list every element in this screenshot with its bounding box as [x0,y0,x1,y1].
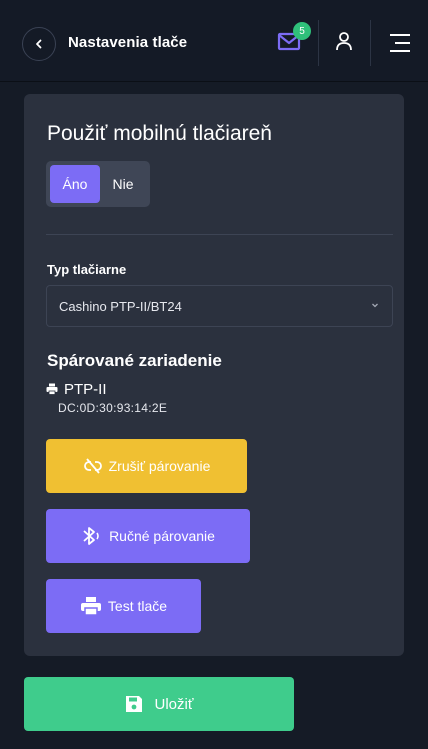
printer-type-label: Typ tlačiarne [47,262,127,277]
device-name: PTP-II [64,380,107,398]
toggle-yes[interactable]: Áno [50,165,100,203]
header-divider [318,20,319,66]
unpair-label: Zrušiť párovanie [108,458,211,474]
menu-icon [390,34,410,52]
chevron-down-icon [372,303,378,308]
user-icon [336,32,352,51]
header-divider [370,20,371,66]
toggle-no[interactable]: Nie [100,165,146,203]
unlink-icon [83,458,102,474]
printer-type-value: Cashino PTP-II/BT24 [59,299,182,314]
app-header: Nastavenia tlače 5 [0,0,428,82]
save-button[interactable]: Uložiť [24,677,294,731]
printer-settings-card: Použiť mobilnú tlačiareň Áno Nie Typ tla… [24,94,404,656]
test-print-button[interactable]: Test tlače [46,579,201,633]
page-title: Nastavenia tlače [68,34,188,51]
menu-button[interactable] [388,32,412,54]
mail-badge: 5 [293,22,311,40]
section-title: Použiť mobilnú tlačiareň [47,122,272,145]
divider [46,234,393,235]
device-mac: DC:0D:30:93:14:2E [58,401,168,415]
printer-icon [46,383,58,395]
manual-pair-button[interactable]: Ručné párovanie [46,509,250,563]
test-print-label: Test tlače [107,598,168,614]
manual-pair-label: Ručné párovanie [109,528,215,544]
bluetooth-icon [83,527,99,545]
save-icon [125,696,142,712]
printer-type-select[interactable]: Cashino PTP-II/BT24 [46,285,393,327]
user-button[interactable] [332,30,356,54]
save-label: Uložiť [154,695,194,713]
paired-device: PTP-II [46,379,107,399]
printer-icon [80,597,101,616]
paired-device-title: Spárované zariadenie [47,351,222,370]
mobile-printer-toggle: Áno Nie [46,161,150,207]
unpair-button[interactable]: Zrušiť párovanie [46,439,247,493]
chevron-left-icon [36,39,42,49]
back-button[interactable] [22,27,56,61]
